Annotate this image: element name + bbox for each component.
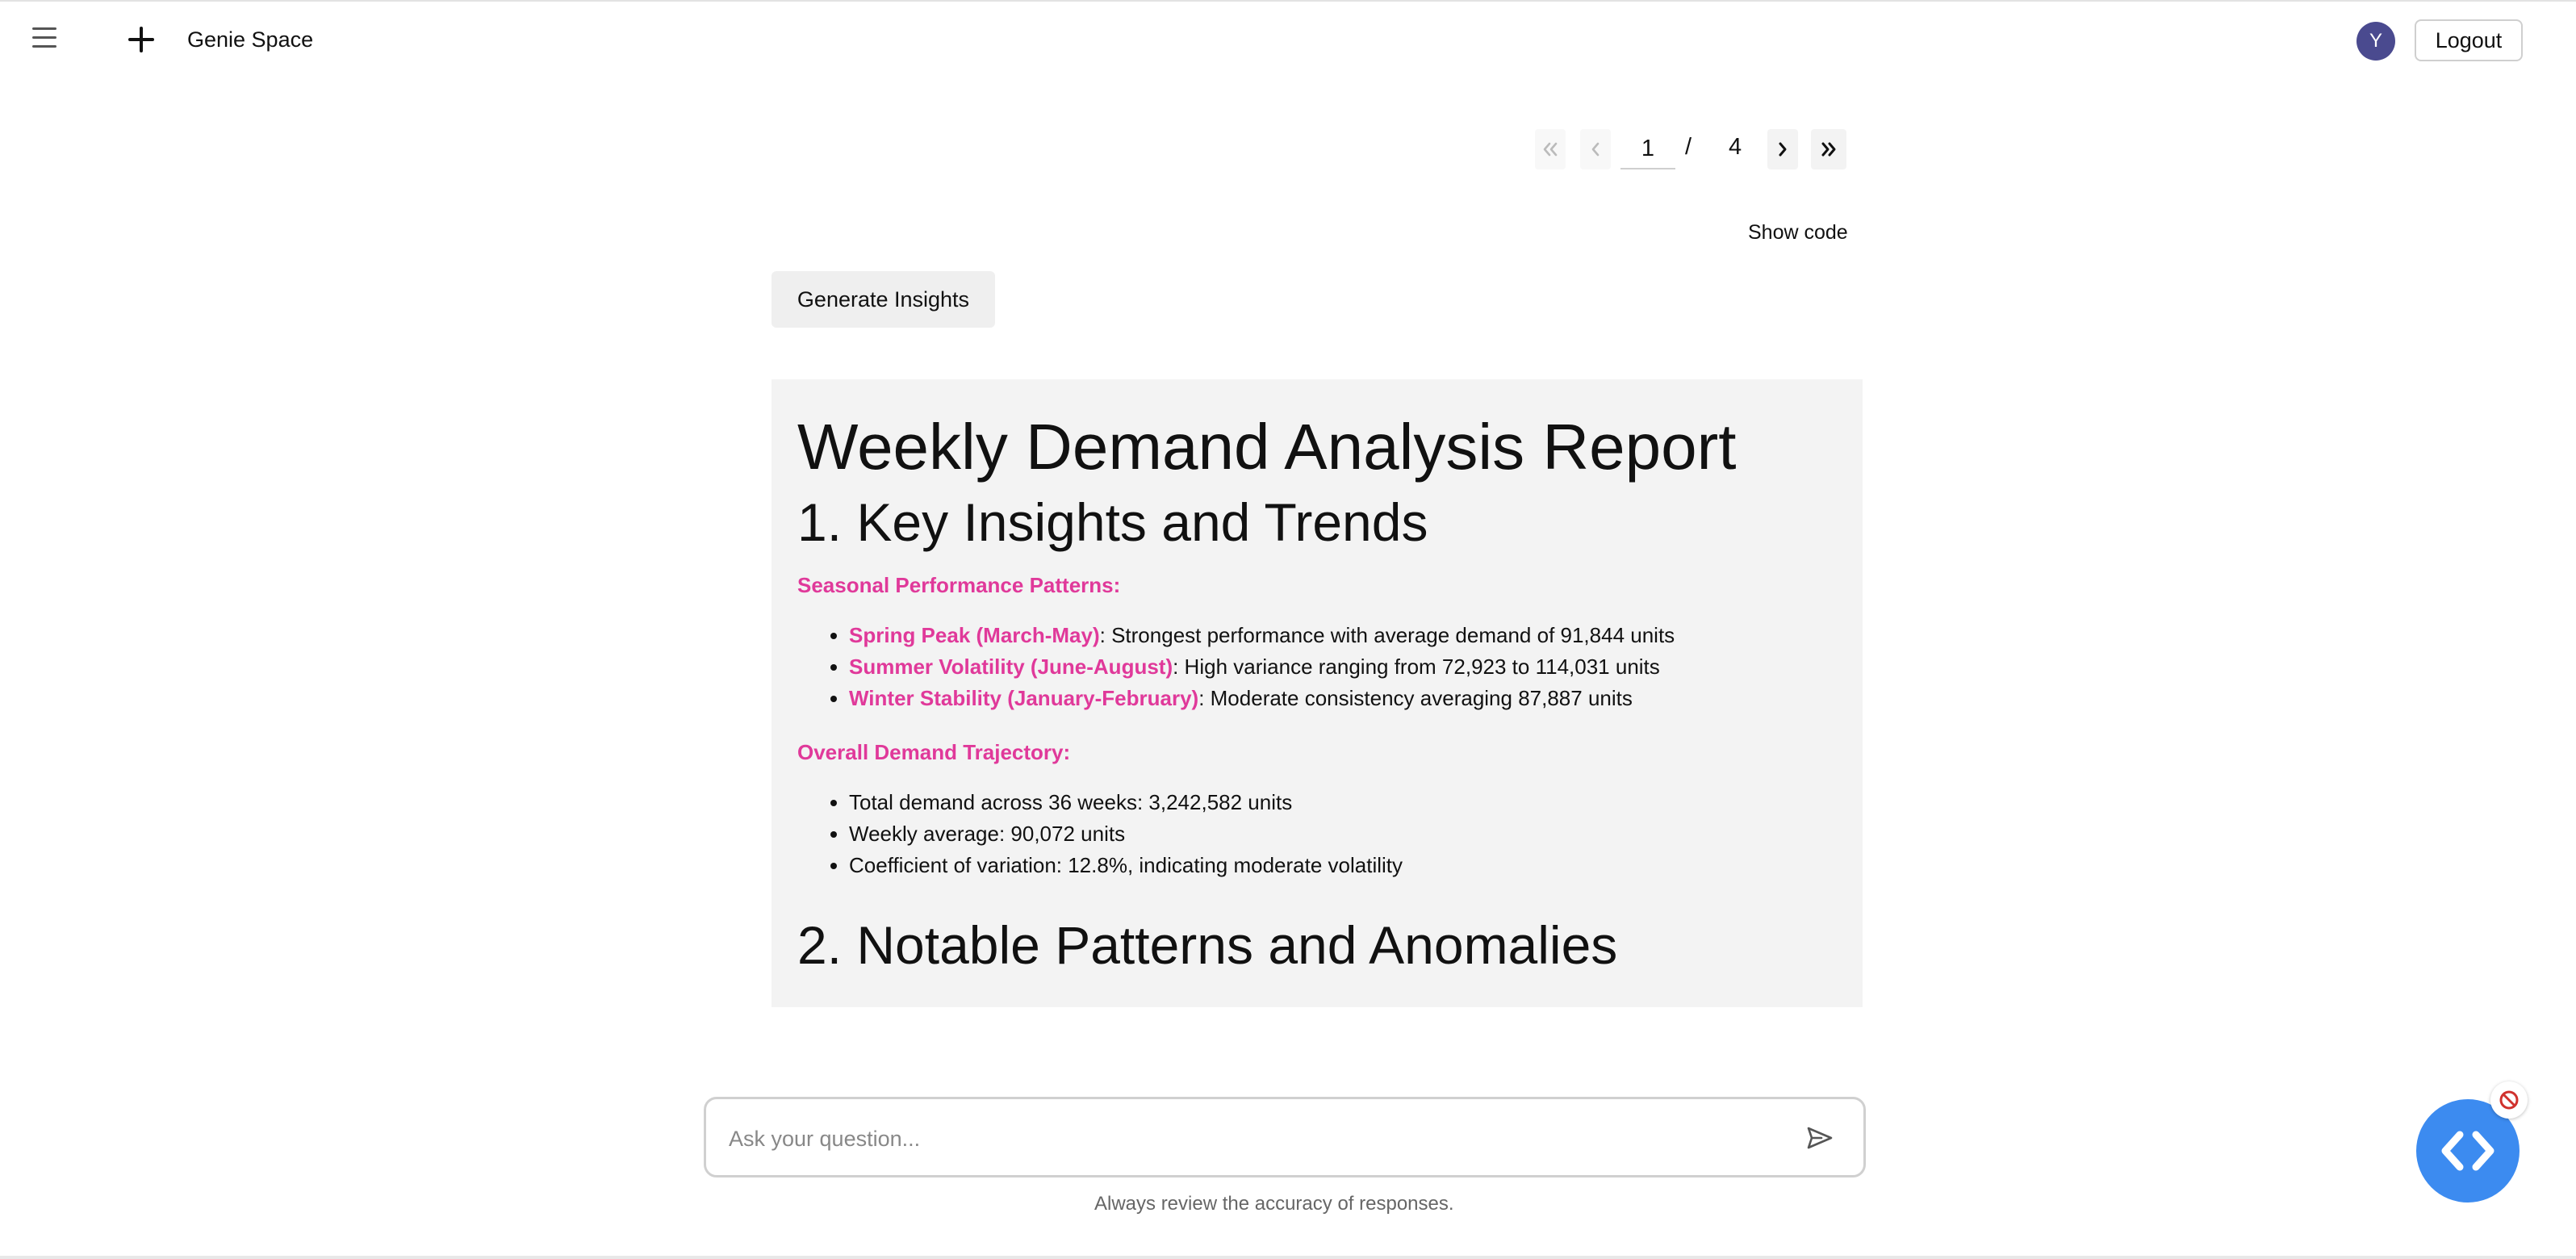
list-item: Weekly average: 90,072 units xyxy=(849,818,1838,850)
list-item-text: : Moderate consistency averaging 87,887 … xyxy=(1198,686,1633,710)
report-panel: Weekly Demand Analysis Report 1. Key Ins… xyxy=(772,379,1863,1007)
section-heading-2: 2. Notable Patterns and Anomalies xyxy=(797,915,1618,975)
generate-insights-button[interactable]: Generate Insights xyxy=(772,271,995,328)
list-item: Coefficient of variation: 12.8%, indicat… xyxy=(849,850,1838,881)
list-item-highlight: Summer Volatility (June-August) xyxy=(849,655,1173,679)
show-code-link[interactable]: Show code xyxy=(1748,221,1848,245)
seasonal-heading: Seasonal Performance Patterns: xyxy=(797,573,1121,597)
logout-button[interactable]: Logout xyxy=(2415,19,2523,61)
list-item-text: : High variance ranging from 72,923 to 1… xyxy=(1173,655,1660,679)
blocked-icon[interactable] xyxy=(2490,1081,2528,1119)
top-bar: Genie Space Y Logout xyxy=(0,2,2576,79)
double-chevron-left-icon[interactable] xyxy=(1535,129,1566,169)
hamburger-menu-icon[interactable] xyxy=(31,27,58,52)
disclaimer-text: Always review the accuracy of responses. xyxy=(1094,1193,1454,1215)
question-box xyxy=(704,1097,1866,1177)
list-item: Summer Volatility (June-August): High va… xyxy=(849,651,1838,683)
list-item-text: : Strongest performance with average dem… xyxy=(1099,623,1675,647)
app-title: Genie Space xyxy=(187,27,314,52)
user-avatar[interactable]: Y xyxy=(2356,22,2395,61)
list-item: Winter Stability (January-February): Mod… xyxy=(849,683,1838,714)
trajectory-list: Total demand across 36 weeks: 3,242,582 … xyxy=(797,787,1838,881)
chevron-right-icon[interactable] xyxy=(1767,129,1798,169)
trajectory-heading: Overall Demand Trajectory: xyxy=(797,740,1071,764)
report-title: Weekly Demand Analysis Report xyxy=(797,411,1737,483)
list-item-highlight: Spring Peak (March-May) xyxy=(849,623,1100,647)
send-icon[interactable] xyxy=(1804,1122,1836,1154)
page-number-input[interactable] xyxy=(1620,129,1675,169)
list-item-highlight: Winter Stability (January-February) xyxy=(849,686,1199,710)
section-heading-1: 1. Key Insights and Trends xyxy=(797,492,1428,552)
page-total: 4 xyxy=(1729,134,1742,160)
question-input[interactable] xyxy=(727,1119,1779,1159)
chevron-left-icon[interactable] xyxy=(1580,129,1611,169)
list-item: Spring Peak (March-May): Strongest perfo… xyxy=(849,620,1838,651)
list-item: Total demand across 36 weeks: 3,242,582 … xyxy=(849,787,1838,818)
page-separator: / xyxy=(1685,134,1692,160)
seasonal-list: Spring Peak (March-May): Strongest perfo… xyxy=(797,620,1838,714)
double-chevron-right-icon[interactable] xyxy=(1811,129,1846,169)
new-chat-plus-icon[interactable] xyxy=(125,25,157,57)
bottom-border xyxy=(0,1256,2576,1259)
